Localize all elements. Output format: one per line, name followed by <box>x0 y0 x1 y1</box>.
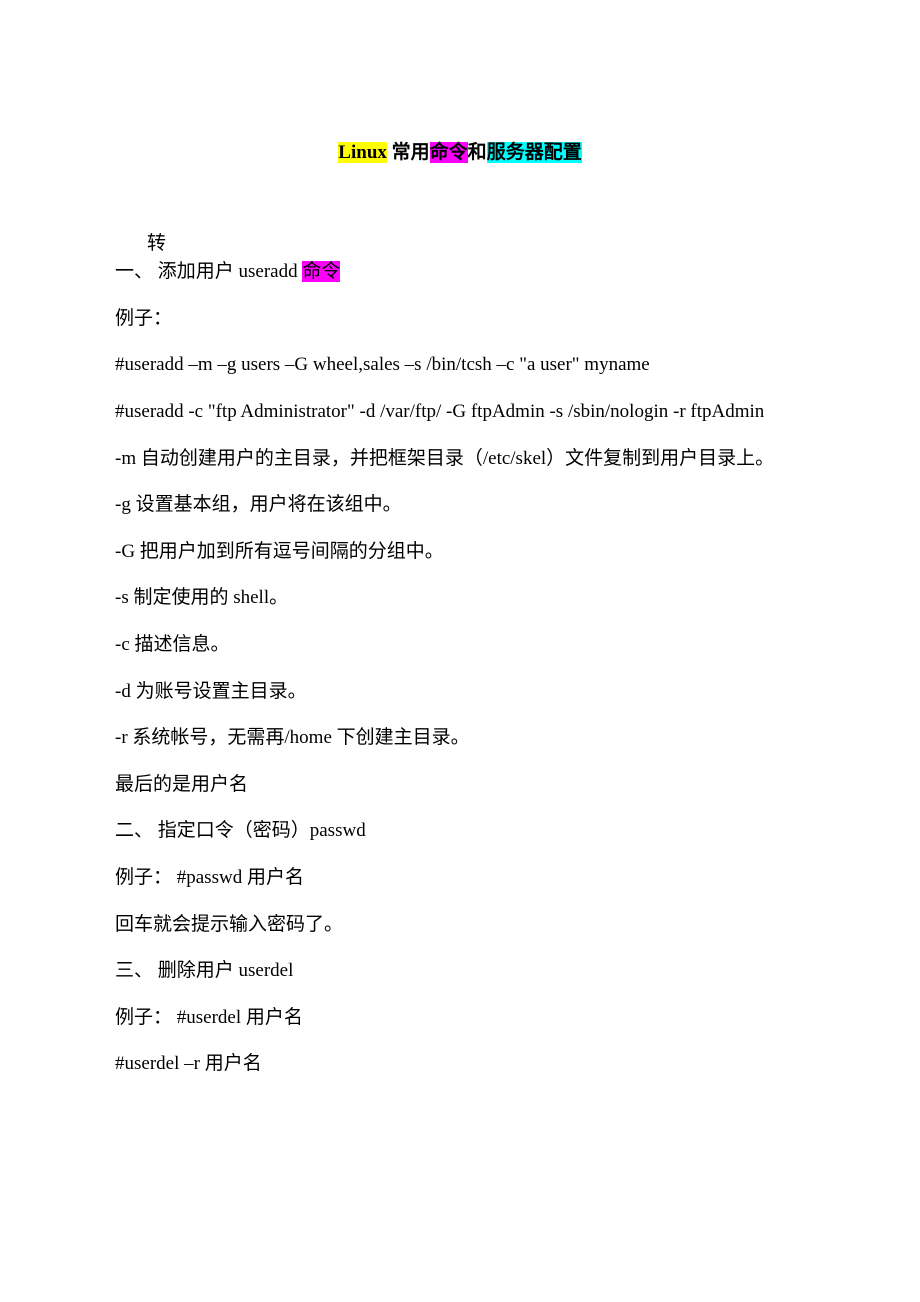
paragraph-passwd-example: 例子： #passwd 用户名 <box>115 865 805 892</box>
paragraph-option-m: -m 自动创建用户的主目录，并把框架目录（/etc/skel）文件复制到用户目录… <box>115 446 805 473</box>
paragraph-option-d: -d 为账号设置主目录。 <box>115 679 805 706</box>
title-part-server: 服务器配置 <box>487 142 582 163</box>
paragraph-userdel-example: 例子： #userdel 用户名 <box>115 1005 805 1032</box>
paragraph-example-label-1: 例子： <box>115 306 805 333</box>
paragraph-option-g-upper: -G 把用户加到所有逗号间隔的分组中。 <box>115 539 805 566</box>
heading-1-highlight: 命令 <box>302 261 340 282</box>
title-part-command: 命令 <box>430 142 468 163</box>
paragraph-option-c: -c 描述信息。 <box>115 632 805 659</box>
title-part-common: 常用 <box>387 142 430 163</box>
heading-1-prefix: 一、 添加用户 useradd <box>115 261 302 282</box>
section-heading-1: 一、 添加用户 useradd 命令 <box>115 259 805 286</box>
paragraph-userdel-r: #userdel –r 用户名 <box>115 1051 805 1078</box>
paragraph-last-is-username: 最后的是用户名 <box>115 772 805 799</box>
paragraph-code-1: #useradd –m –g users –G wheel,sales –s /… <box>115 352 805 379</box>
indent-text: 转 <box>147 231 805 258</box>
paragraph-passwd-note: 回车就会提示输入密码了。 <box>115 912 805 939</box>
paragraph-option-r: -r 系统帐号，无需再/home 下创建主目录。 <box>115 725 805 752</box>
section-heading-2: 二、 指定口令（密码）passwd <box>115 818 805 845</box>
title-part-and: 和 <box>468 142 487 163</box>
paragraph-option-s: -s 制定使用的 shell。 <box>115 585 805 612</box>
document-title: Linux 常用命令和服务器配置 <box>115 140 805 167</box>
paragraph-option-g-lower: -g 设置基本组，用户将在该组中。 <box>115 492 805 519</box>
title-part-linux: Linux <box>338 142 387 163</box>
paragraph-code-2: #useradd -c "ftp Administrator" -d /var/… <box>115 399 805 426</box>
section-heading-3: 三、 删除用户 userdel <box>115 958 805 985</box>
